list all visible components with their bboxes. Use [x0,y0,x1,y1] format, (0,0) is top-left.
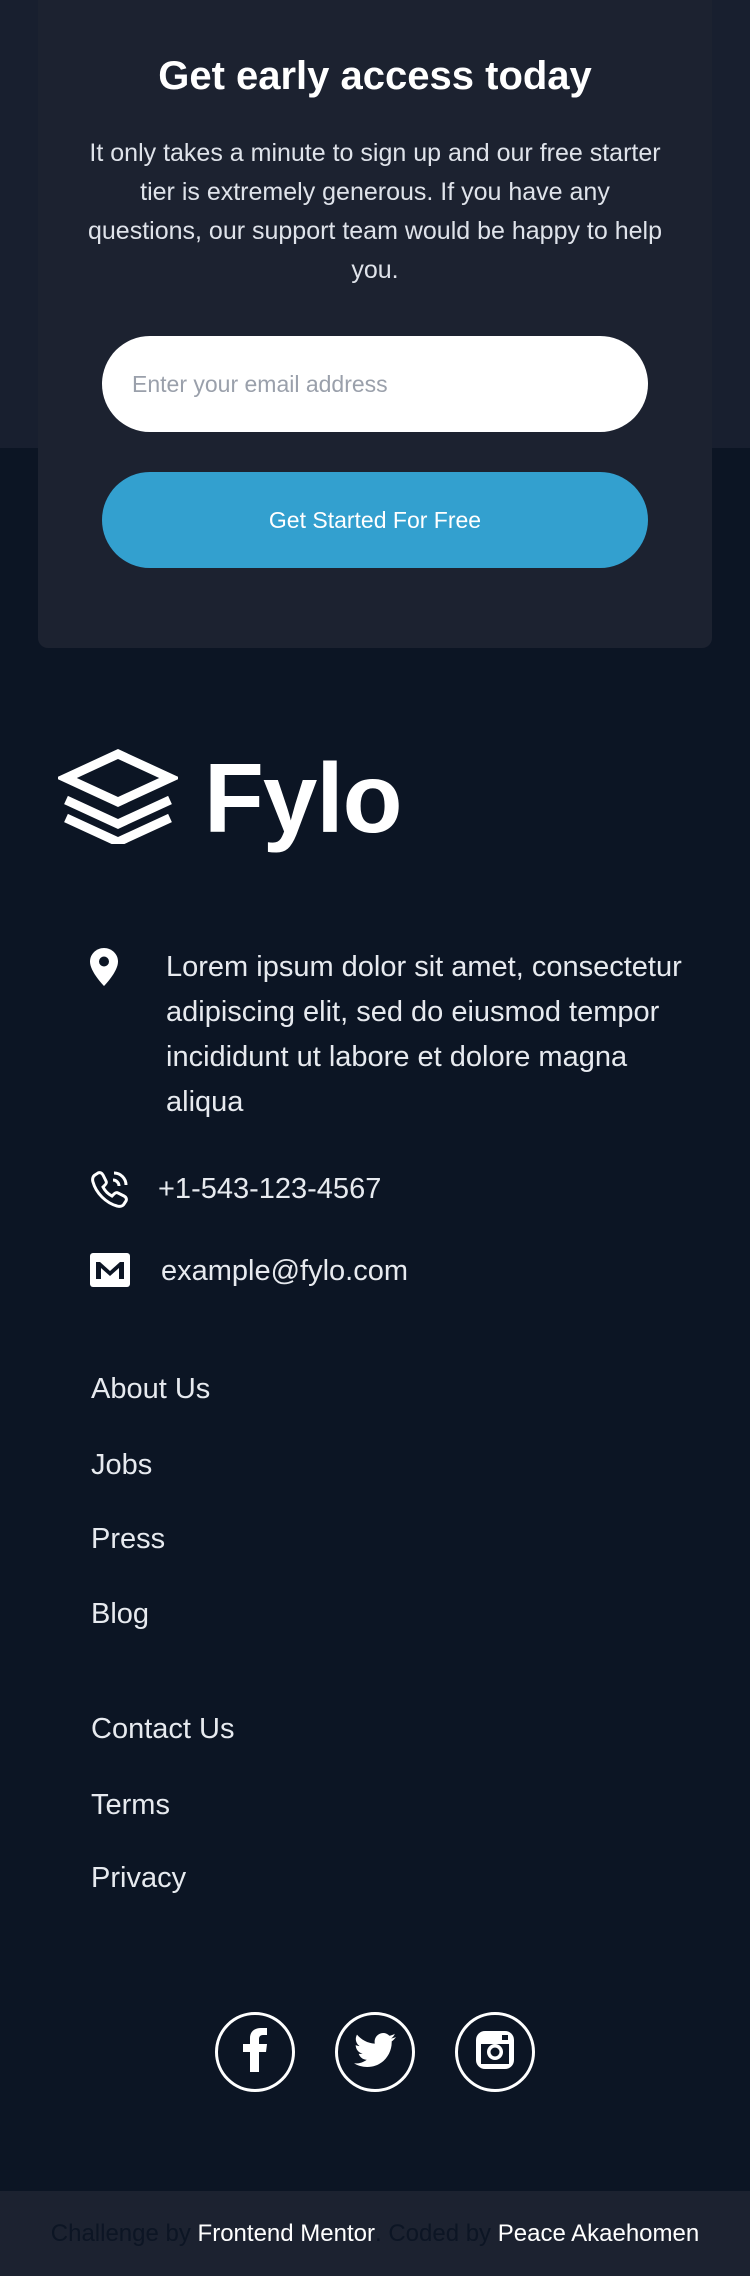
attribution-challenge-prefix: Challenge by [50,2219,191,2247]
footer-link-contact-us[interactable]: Contact Us [91,1713,234,1746]
footer-link-privacy[interactable]: Privacy [91,1862,186,1895]
attribution-coded-prefix: Coded by [388,2219,492,2247]
coder-link[interactable]: Peace Akaehomen [498,2220,699,2248]
cta-title: Get early access today [158,54,592,98]
fylo-logo[interactable]: Fylo [55,743,402,853]
twitter-link[interactable] [335,2012,415,2092]
phone-icon [90,1169,130,1213]
attribution-bar: Challenge by Frontend Mentor. Coded by P… [0,2191,750,2276]
email-icon [90,1253,130,1291]
get-started-button[interactable]: Get Started For Free [102,472,648,568]
twitter-icon [354,2033,396,2071]
instagram-icon [475,2030,515,2074]
email-input[interactable] [102,336,648,432]
location-pin-icon [90,948,118,990]
early-access-card: Get early access today It only takes a m… [38,0,712,648]
footer-link-about-us[interactable]: About Us [91,1373,210,1406]
footer-link-terms[interactable]: Terms [91,1789,170,1822]
attribution-separator: . [374,2219,382,2247]
cta-description: It only takes a minute to sign up and ou… [88,139,662,284]
contact-address: Lorem ipsum dolor sit amet, consectetur … [166,951,682,1118]
footer-link-blog[interactable]: Blog [91,1598,149,1631]
facebook-icon [243,2028,267,2076]
contact-email[interactable]: example@fylo.com [161,1249,408,1294]
instagram-link[interactable] [455,2012,535,2092]
fylo-logo-icon [55,748,181,848]
contact-phone[interactable]: +1-543-123-4567 [158,1167,381,1212]
footer-link-jobs[interactable]: Jobs [91,1449,152,1482]
footer-link-press[interactable]: Press [91,1523,165,1556]
facebook-link[interactable] [215,2012,295,2092]
frontend-mentor-link[interactable]: Frontend Mentor [198,2220,375,2248]
logo-text: Fylo [204,743,402,853]
